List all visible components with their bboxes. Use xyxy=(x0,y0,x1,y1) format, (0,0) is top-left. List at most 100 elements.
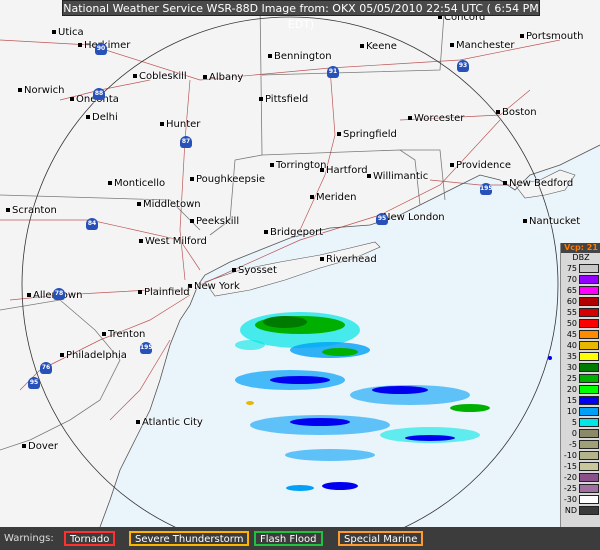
legend-row: 0 xyxy=(561,428,600,439)
city-marker xyxy=(232,268,236,272)
city-name: Pittsfield xyxy=(265,94,309,105)
city-name: Albany xyxy=(209,72,244,83)
city-marker xyxy=(520,34,524,38)
legend-value: 50 xyxy=(566,319,577,328)
radar-map: Utica Herkimer Concord Keene Manchester Ports… xyxy=(0,0,600,527)
city-label: Willimantic xyxy=(367,171,428,182)
interstate-shield-icon: 91 xyxy=(327,66,339,78)
legend-swatch xyxy=(579,308,599,317)
city-name: Worcester xyxy=(414,113,465,124)
city-name: Atlantic City xyxy=(142,417,203,428)
severe-thunderstorm-warning-button[interactable]: Severe Thunderstorm xyxy=(129,531,250,546)
legend-value: 30 xyxy=(566,363,577,372)
city-label: Hunter xyxy=(160,119,200,130)
city-marker xyxy=(367,174,371,178)
city-marker xyxy=(496,110,500,114)
legend-swatch xyxy=(579,451,599,460)
legend-row: 5 xyxy=(561,417,600,428)
interstate-shield-icon: 195 xyxy=(140,342,153,354)
legend-swatch xyxy=(579,484,599,493)
interstate-shield-icon: 88 xyxy=(93,88,105,100)
legend-value: 70 xyxy=(566,275,577,284)
legend-swatch xyxy=(579,363,599,372)
legend-value: 45 xyxy=(566,330,577,339)
city-name: Dover xyxy=(28,441,58,452)
city-marker xyxy=(337,132,341,136)
interstate-shield-icon: 195 xyxy=(480,183,493,195)
city-marker xyxy=(259,97,263,101)
city-label: Trenton xyxy=(102,329,145,340)
city-marker xyxy=(190,177,194,181)
city-marker xyxy=(310,195,314,199)
city-marker xyxy=(70,97,74,101)
city-name: Trenton xyxy=(108,329,146,340)
city-marker xyxy=(360,44,364,48)
city-marker xyxy=(138,290,142,294)
legend-row: 45 xyxy=(561,329,600,340)
city-name: New Bedford xyxy=(509,178,574,189)
city-marker xyxy=(18,88,22,92)
interstate-shield-icon: 84 xyxy=(86,218,98,230)
legend-row: 20 xyxy=(561,384,600,395)
city-label: Springfield xyxy=(337,129,397,140)
city-label: Bennington xyxy=(268,51,332,62)
city-label: Philadelphia xyxy=(60,350,127,361)
legend-value: 65 xyxy=(566,286,577,295)
interstate-shield-icon: 90 xyxy=(95,43,107,55)
city-label: Worcester xyxy=(408,113,464,124)
city-label: Boston xyxy=(496,107,537,118)
legend-row: 35 xyxy=(561,351,600,362)
city-label: Manchester xyxy=(450,40,514,51)
city-marker xyxy=(190,219,194,223)
city-label: New Bedford xyxy=(503,178,573,189)
legend-row: 70 xyxy=(561,274,600,285)
interstate-shield-icon: 93 xyxy=(457,60,469,72)
special-marine-warning-button[interactable]: Special Marine xyxy=(338,531,424,546)
interstate-shield-icon: 76 xyxy=(40,362,52,374)
legend-row: 40 xyxy=(561,340,600,351)
city-label: Middletown xyxy=(137,199,201,210)
warnings-label: Warnings: xyxy=(4,533,54,544)
city-name: West Milford xyxy=(145,236,207,247)
interstate-shield-icon: 95 xyxy=(28,377,40,389)
city-label: Bridgeport xyxy=(264,227,323,238)
city-marker xyxy=(102,332,106,336)
city-name: Bridgeport xyxy=(270,227,324,238)
city-marker xyxy=(60,353,64,357)
city-name: New York xyxy=(194,281,240,292)
flash-flood-warning-button[interactable]: Flash Flood xyxy=(254,531,323,546)
city-name: Boston xyxy=(502,107,537,118)
legend-row: ND xyxy=(561,505,600,516)
city-name: New London xyxy=(383,212,445,223)
legend-value: -5 xyxy=(569,440,577,449)
city-marker xyxy=(503,181,507,185)
city-label: New York xyxy=(188,281,240,292)
city-marker xyxy=(203,75,207,79)
city-marker xyxy=(86,115,90,119)
city-name: Syosset xyxy=(238,265,277,276)
city-label: Providence xyxy=(450,160,511,171)
city-name: Middletown xyxy=(143,199,201,210)
legend-row: -5 xyxy=(561,439,600,450)
city-marker xyxy=(450,43,454,47)
legend-swatch xyxy=(579,341,599,350)
legend-row: 15 xyxy=(561,395,600,406)
legend-value: 20 xyxy=(566,385,577,394)
city-name: Torrington xyxy=(276,160,327,171)
dbz-unit-label: DBZ xyxy=(572,253,590,262)
tornado-warning-button[interactable]: Tornado xyxy=(64,531,116,546)
city-label: Scranton xyxy=(6,205,57,216)
city-label: Utica xyxy=(52,27,84,38)
city-label: Nantucket xyxy=(523,216,580,227)
legend-swatch xyxy=(579,506,599,515)
city-name: Nantucket xyxy=(529,216,581,227)
city-label: Delhi xyxy=(86,112,118,123)
legend-swatch xyxy=(579,385,599,394)
city-marker xyxy=(78,43,82,47)
city-marker xyxy=(408,116,412,120)
city-name: Riverhead xyxy=(326,254,377,265)
city-label: Norwich xyxy=(18,85,65,96)
city-name: Scranton xyxy=(12,205,57,216)
legend-row: -30 xyxy=(561,494,600,505)
legend-value: ND xyxy=(564,506,577,515)
